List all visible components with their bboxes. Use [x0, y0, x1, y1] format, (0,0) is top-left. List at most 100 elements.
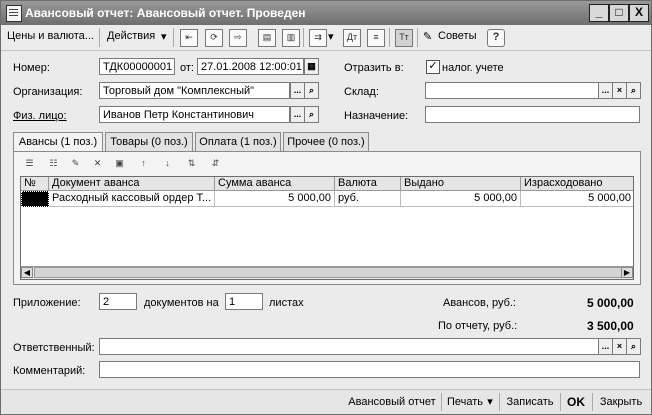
- purpose-label: Назначение:: [344, 110, 409, 122]
- select-ellipsis-icon[interactable]: ...: [290, 82, 305, 99]
- unpost-document-icon[interactable]: ▥: [282, 29, 300, 47]
- close-button[interactable]: X: [629, 4, 649, 22]
- add-row-icon[interactable]: ☰: [22, 156, 37, 170]
- column-header[interactable]: №: [21, 177, 49, 191]
- help-button[interactable]: ?: [487, 29, 505, 47]
- column-header[interactable]: Документ аванса: [49, 177, 215, 191]
- advance-report-print-button[interactable]: Авансовый отчет: [345, 393, 439, 411]
- edit-row-icon[interactable]: ✎: [68, 156, 83, 170]
- tax-accounting-checkbox[interactable]: ✓: [426, 60, 440, 74]
- toolbar-separator: [389, 28, 390, 47]
- print-menu-button[interactable]: Печать: [445, 393, 485, 411]
- sort-desc-icon[interactable]: ⇵: [208, 156, 223, 170]
- bottom-action-bar: Авансовый отчет Печать ▾ Записать OK Зак…: [1, 389, 651, 414]
- attachment-label: Приложение:: [13, 297, 81, 309]
- purpose-field[interactable]: [425, 106, 640, 123]
- sheets-count-field[interactable]: 1: [225, 293, 263, 310]
- close-form-button[interactable]: Закрыть: [596, 393, 646, 411]
- toolbar-separator: [303, 28, 304, 47]
- scroll-right-icon[interactable]: ▶: [621, 267, 633, 278]
- actions-menu-button[interactable]: Действия: [107, 30, 155, 42]
- advances-table: № Документ аванса Сумма аванса Валюта Вы…: [20, 176, 634, 280]
- advances-panel: ☰ ☷ ✎ ✕ ▣ ↑ ↓ ⇅ ⇵ № Документ аванса Сумм…: [13, 151, 641, 285]
- report-total-label: По отчету, руб.:: [438, 320, 518, 332]
- bottom-separator: [592, 393, 593, 411]
- tab-advances[interactable]: Авансы (1 поз.): [13, 132, 103, 152]
- scroll-left-icon[interactable]: ◀: [21, 267, 33, 278]
- tab-other[interactable]: Прочее (0 поз.): [283, 132, 369, 151]
- move-down-icon[interactable]: ↓: [160, 156, 175, 170]
- tab-payment[interactable]: Оплата (1 поз.): [195, 132, 281, 151]
- title-bar[interactable]: Авансовый отчет: Авансовый отчет. Провед…: [1, 1, 651, 25]
- person-field[interactable]: Иванов Петр Константинович: [99, 106, 290, 123]
- person-label[interactable]: Физ. лицо:: [13, 110, 67, 122]
- dt-kt-icon[interactable]: Дт: [343, 29, 361, 47]
- ok-button[interactable]: OK: [564, 393, 588, 411]
- table-cell-issued[interactable]: 5 000,00: [401, 191, 521, 207]
- tax-accounting-label: налог. учете: [442, 62, 504, 74]
- table-cell-num[interactable]: [21, 191, 49, 207]
- structure-icon[interactable]: ≡: [367, 29, 385, 47]
- docs-on-label: документов на: [144, 297, 219, 309]
- font-size-icon[interactable]: Tт: [395, 29, 413, 47]
- number-label: Номер:: [13, 62, 50, 74]
- table-cell-currency[interactable]: руб.: [335, 191, 401, 207]
- select-ellipsis-icon[interactable]: ...: [290, 106, 305, 123]
- select-ellipsis-icon[interactable]: ...: [598, 82, 613, 99]
- organization-field[interactable]: Торговый дом "Комплексный": [99, 82, 290, 99]
- search-icon[interactable]: ⌕: [304, 106, 319, 123]
- based-on-icon[interactable]: ⇉: [309, 29, 327, 47]
- table-cell-sum[interactable]: 5 000,00: [215, 191, 335, 207]
- toolbar-separator: [99, 28, 100, 47]
- fill-icon[interactable]: ⇨: [229, 29, 247, 47]
- number-field[interactable]: ТДК00000001: [99, 58, 175, 75]
- copy-row-icon[interactable]: ☷: [46, 156, 61, 170]
- responsible-field[interactable]: [99, 338, 599, 355]
- advances-total-label: Авансов, руб.:: [443, 297, 516, 309]
- column-header[interactable]: Сумма аванса: [215, 177, 335, 191]
- clear-x-icon[interactable]: ×: [612, 82, 627, 99]
- search-icon[interactable]: ⌕: [626, 82, 641, 99]
- clear-x-icon[interactable]: ×: [612, 338, 627, 355]
- toolbar: Цены и валюта... Действия ▾ ⇤ ⟳ ⇨ ▤ ▥ ⇉ …: [1, 25, 651, 51]
- prices-currency-button[interactable]: Цены и валюта...: [7, 30, 94, 42]
- sheets-label: листах: [269, 297, 304, 309]
- warehouse-label: Склад:: [344, 86, 379, 98]
- bottom-separator: [560, 393, 561, 411]
- table-cell-document[interactable]: Расходный кассовый ордер Т...: [49, 191, 215, 207]
- insert-row-icon[interactable]: ⇤: [180, 29, 198, 47]
- tips-button[interactable]: Советы: [438, 30, 476, 42]
- search-icon[interactable]: ⌕: [304, 82, 319, 99]
- date-from-label: от:: [180, 62, 194, 74]
- column-header[interactable]: Израсходовано: [521, 177, 633, 191]
- refresh-icon[interactable]: ⟳: [205, 29, 223, 47]
- maximize-button[interactable]: □: [609, 4, 629, 22]
- end-edit-icon[interactable]: ▣: [112, 156, 127, 170]
- tab-goods[interactable]: Товары (0 поз.): [105, 132, 193, 151]
- column-header[interactable]: Выдано: [401, 177, 521, 191]
- post-document-icon[interactable]: ▤: [258, 29, 276, 47]
- sort-asc-icon[interactable]: ⇅: [184, 156, 199, 170]
- delete-row-icon[interactable]: ✕: [90, 156, 105, 170]
- bottom-separator: [441, 393, 442, 411]
- chevron-down-icon: ▾: [328, 31, 334, 43]
- scroll-thumb[interactable]: [34, 267, 624, 278]
- docs-count-field[interactable]: 2: [99, 293, 137, 310]
- bottom-separator: [499, 393, 500, 411]
- warehouse-field[interactable]: [425, 82, 599, 99]
- organization-label: Организация:: [13, 86, 83, 98]
- move-up-icon[interactable]: ↑: [136, 156, 151, 170]
- search-icon[interactable]: ⌕: [626, 338, 641, 355]
- select-ellipsis-icon[interactable]: ...: [598, 338, 613, 355]
- tips-icon: ✎: [423, 31, 433, 43]
- calendar-icon[interactable]: ▦: [304, 58, 319, 75]
- responsible-label: Ответственный:: [13, 342, 95, 354]
- horizontal-scrollbar[interactable]: ◀ ▶: [21, 266, 633, 279]
- window-title: Авансовый отчет: Авансовый отчет. Провед…: [25, 6, 306, 20]
- date-field[interactable]: 27.01.2008 12:00:01: [197, 58, 304, 75]
- table-cell-spent[interactable]: 5 000,00: [521, 191, 633, 207]
- save-button[interactable]: Записать: [503, 393, 557, 411]
- minimize-button[interactable]: _: [589, 4, 609, 22]
- column-header[interactable]: Валюта: [335, 177, 401, 191]
- comment-field[interactable]: [99, 361, 640, 378]
